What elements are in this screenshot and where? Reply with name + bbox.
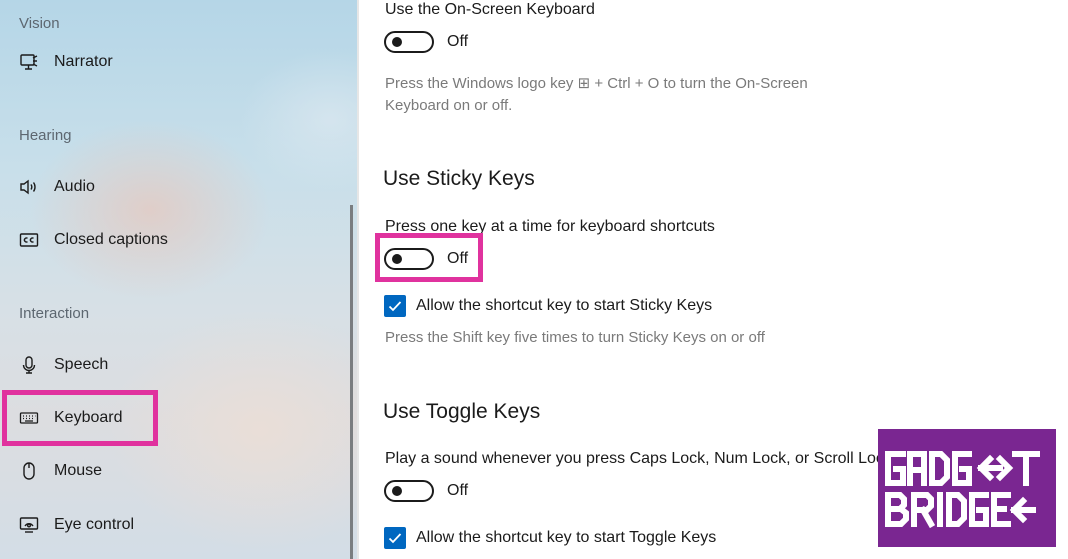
onscreen-keyboard-toggle[interactable] xyxy=(384,31,434,53)
sticky-keys-toggle-highlight xyxy=(375,233,483,282)
sidebar-scrollbar[interactable] xyxy=(350,205,353,559)
checkmark-icon xyxy=(388,301,402,312)
speaker-icon xyxy=(19,177,39,197)
eye-control-icon xyxy=(19,515,39,535)
toggle-knob xyxy=(392,37,402,47)
toggle-keys-heading: Use Toggle Keys xyxy=(383,400,541,423)
onscreen-keyboard-description-line2: Keyboard on or off. xyxy=(385,97,513,114)
sidebar-item-speech[interactable]: Speech xyxy=(19,350,339,380)
toggle-keys-shortcut-label[interactable]: Allow the shortcut key to start Toggle K… xyxy=(416,529,716,547)
sidebar-item-closed-captions[interactable]: Closed captions xyxy=(19,225,339,255)
sidebar-item-label: Closed captions xyxy=(54,231,168,248)
sidebar-item-label: Narrator xyxy=(54,53,113,70)
sidebar-item-label: Eye control xyxy=(54,516,135,533)
sidebar-item-label: Mouse xyxy=(54,462,103,479)
checkmark-icon xyxy=(388,533,402,544)
mouse-icon xyxy=(19,461,39,481)
keyboard-highlight xyxy=(2,390,158,446)
sticky-keys-shortcut-label[interactable]: Allow the shortcut key to start Sticky K… xyxy=(416,297,712,315)
microphone-icon xyxy=(19,355,39,375)
sticky-keys-shortcut-checkbox[interactable] xyxy=(384,295,406,317)
toggle-keys-label: Play a sound whenever you press Caps Loc… xyxy=(385,450,892,467)
gadget-bridge-logo xyxy=(878,429,1056,547)
section-interaction: Interaction xyxy=(19,305,90,322)
toggle-keys-shortcut-checkbox[interactable] xyxy=(384,527,406,549)
onscreen-keyboard-description-line1: Press the Windows logo key ⊞ + Ctrl + O … xyxy=(385,75,808,92)
sidebar-item-narrator[interactable]: Narrator xyxy=(19,47,339,77)
sidebar-divider xyxy=(357,0,359,559)
toggle-keys-toggle[interactable] xyxy=(384,480,434,502)
onscreen-keyboard-label: Use the On-Screen Keyboard xyxy=(385,1,595,18)
cc-icon xyxy=(19,230,39,250)
sidebar-item-eye-control[interactable]: Eye control xyxy=(19,510,339,540)
sticky-keys-description: Press the Shift key five times to turn S… xyxy=(385,329,765,346)
sidebar-item-label: Audio xyxy=(54,178,95,195)
sticky-keys-heading: Use Sticky Keys xyxy=(383,167,535,190)
section-hearing: Hearing xyxy=(19,127,72,144)
onscreen-keyboard-toggle-state: Off xyxy=(447,33,469,50)
toggle-knob xyxy=(392,486,402,496)
sidebar-item-label: Speech xyxy=(54,356,109,373)
sidebar-item-audio[interactable]: Audio xyxy=(19,172,339,202)
gadget-bridge-logo-mark xyxy=(885,451,1040,529)
toggle-keys-toggle-state: Off xyxy=(447,482,469,499)
narrator-icon xyxy=(19,52,39,72)
sidebar-item-mouse[interactable]: Mouse xyxy=(19,456,339,486)
section-vision: Vision xyxy=(19,15,60,32)
